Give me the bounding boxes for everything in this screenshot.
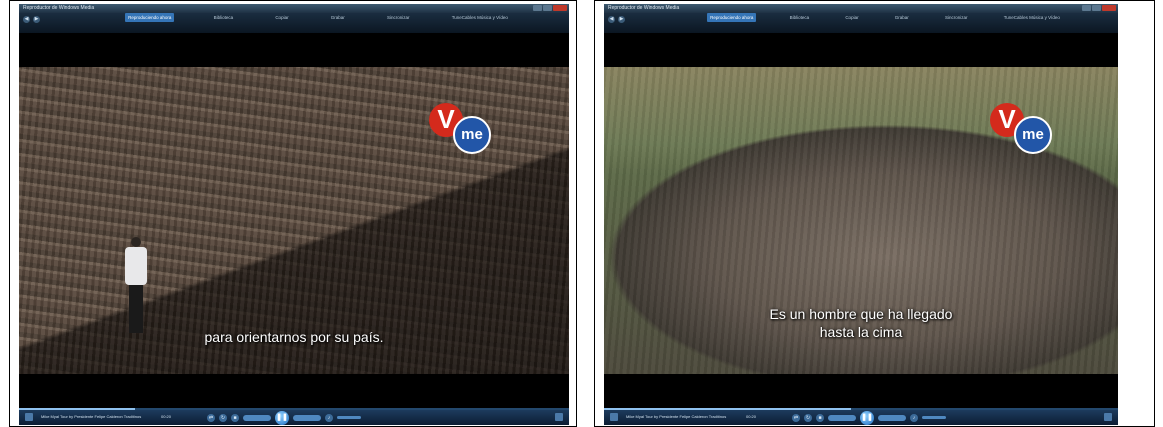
- tab-burn[interactable]: Grabar: [328, 13, 348, 22]
- playback-controls: ⇄ ↻ ■ ❚❚ ♪: [792, 410, 946, 425]
- shuffle-icon[interactable]: ⇄: [792, 413, 800, 422]
- shuffle-icon[interactable]: ⇄: [207, 413, 215, 422]
- tab-now-playing[interactable]: Reproduciendo ahora: [707, 13, 757, 22]
- tab-now-playing[interactable]: Reproduciendo ahora: [125, 13, 175, 22]
- window-title: Reproductor de Windows Media: [608, 5, 680, 11]
- nav-bar: ◀ ▶ Reproduciendo ahora Biblioteca Copia…: [604, 13, 1118, 33]
- volume-icon[interactable]: ♪: [325, 413, 333, 422]
- elapsed-time: 00:20: [161, 414, 172, 419]
- tab-library[interactable]: Biblioteca: [211, 13, 237, 22]
- menu-icon[interactable]: [25, 413, 33, 421]
- tab-sync[interactable]: Sincronizar: [942, 13, 971, 22]
- tab-rip[interactable]: Copiar: [272, 13, 291, 22]
- volume-slider[interactable]: [922, 416, 946, 419]
- climbing-person: [123, 237, 149, 337]
- right-screenshot-cell: Reproductor de Windows Media ◀ ▶ Reprodu…: [594, 0, 1155, 427]
- next-button[interactable]: [293, 414, 321, 421]
- control-bar: Mike Myal Tour by Presidente Felipe Cald…: [604, 408, 1118, 425]
- stop-icon[interactable]: ■: [231, 413, 239, 422]
- seek-progress: [19, 408, 135, 410]
- subtitle-line: hasta la cima: [819, 324, 903, 340]
- subtitle-caption: para orientarnos por su país.: [19, 329, 569, 345]
- left-screenshot-cell: Reproductor de Windows Media ◀ ▶ Reprodu…: [9, 0, 577, 427]
- title-bar: Reproductor de Windows Media: [19, 4, 569, 13]
- fullscreen-icon[interactable]: [555, 413, 563, 421]
- close-button[interactable]: [1102, 5, 1116, 11]
- vme-logo: V me: [429, 103, 509, 163]
- seek-bar[interactable]: [19, 408, 569, 410]
- arrow-left-icon[interactable]: ◀: [608, 16, 615, 23]
- title-bar: Reproductor de Windows Media: [604, 4, 1118, 13]
- arrow-right-icon[interactable]: ▶: [33, 16, 40, 23]
- minimize-button[interactable]: [533, 5, 542, 11]
- volume-slider[interactable]: [337, 416, 361, 419]
- tab-store[interactable]: TuneCables Música y Vídeo: [1001, 13, 1063, 22]
- window-controls: [1082, 5, 1116, 11]
- arrow-left-icon[interactable]: ◀: [23, 16, 30, 23]
- now-playing-title: Mike Myal Tour by Presidente Felipe Cald…: [41, 414, 142, 419]
- subtitle-caption: Es un hombre que ha llegado hasta la cim…: [604, 305, 1118, 341]
- tab-library[interactable]: Biblioteca: [787, 13, 813, 22]
- seek-bar[interactable]: [604, 408, 1118, 410]
- close-button[interactable]: [553, 5, 567, 11]
- repeat-icon[interactable]: ↻: [804, 413, 812, 422]
- now-playing-title: Mike Myal Tour by Presidente Felipe Cald…: [626, 414, 727, 419]
- next-button[interactable]: [878, 414, 906, 421]
- playback-controls: ⇄ ↻ ■ ❚❚ ♪: [207, 410, 361, 425]
- tab-burn[interactable]: Grabar: [892, 13, 912, 22]
- seek-progress: [604, 408, 851, 410]
- pause-icon[interactable]: ❚❚: [860, 410, 874, 425]
- subtitle-line: para orientarnos por su país.: [204, 329, 384, 345]
- video-area[interactable]: V me Es un hombre que ha llegado hasta l…: [604, 67, 1118, 374]
- minimize-button[interactable]: [1082, 5, 1091, 11]
- tab-strip: Reproduciendo ahora Biblioteca Copiar Gr…: [47, 13, 569, 22]
- menu-icon[interactable]: [610, 413, 618, 421]
- pause-icon[interactable]: ❚❚: [275, 410, 289, 425]
- tab-sync[interactable]: Sincronizar: [384, 13, 413, 22]
- volume-icon[interactable]: ♪: [910, 413, 918, 422]
- vme-logo: V me: [990, 103, 1070, 163]
- repeat-icon[interactable]: ↻: [219, 413, 227, 422]
- fullscreen-icon[interactable]: [1104, 413, 1112, 421]
- control-bar: Mike Myal Tour by Presidente Felipe Cald…: [19, 408, 569, 425]
- tab-strip: Reproduciendo ahora Biblioteca Copiar Gr…: [632, 13, 1118, 22]
- nav-arrows: ◀ ▶: [604, 13, 632, 23]
- media-player-window: Reproductor de Windows Media ◀ ▶ Reprodu…: [19, 4, 569, 425]
- logo-me-text: me: [453, 116, 491, 154]
- logo-me-text: me: [1014, 116, 1052, 154]
- tab-rip[interactable]: Copiar: [842, 13, 861, 22]
- window-title: Reproductor de Windows Media: [23, 5, 95, 11]
- stop-icon[interactable]: ■: [816, 413, 824, 422]
- media-player-window: Reproductor de Windows Media ◀ ▶ Reprodu…: [604, 4, 1118, 425]
- maximize-button[interactable]: [543, 5, 552, 11]
- nav-arrows: ◀ ▶: [19, 13, 47, 23]
- elapsed-time: 00:20: [746, 414, 757, 419]
- subtitle-line: Es un hombre que ha llegado: [769, 306, 953, 322]
- previous-button[interactable]: [828, 414, 856, 421]
- arrow-right-icon[interactable]: ▶: [618, 16, 625, 23]
- previous-button[interactable]: [243, 414, 271, 421]
- window-controls: [533, 5, 567, 11]
- nav-bar: ◀ ▶ Reproduciendo ahora Biblioteca Copia…: [19, 13, 569, 33]
- tab-store[interactable]: TuneCables Música y Vídeo: [449, 13, 511, 22]
- video-area[interactable]: V me para orientarnos por su país.: [19, 67, 569, 374]
- maximize-button[interactable]: [1092, 5, 1101, 11]
